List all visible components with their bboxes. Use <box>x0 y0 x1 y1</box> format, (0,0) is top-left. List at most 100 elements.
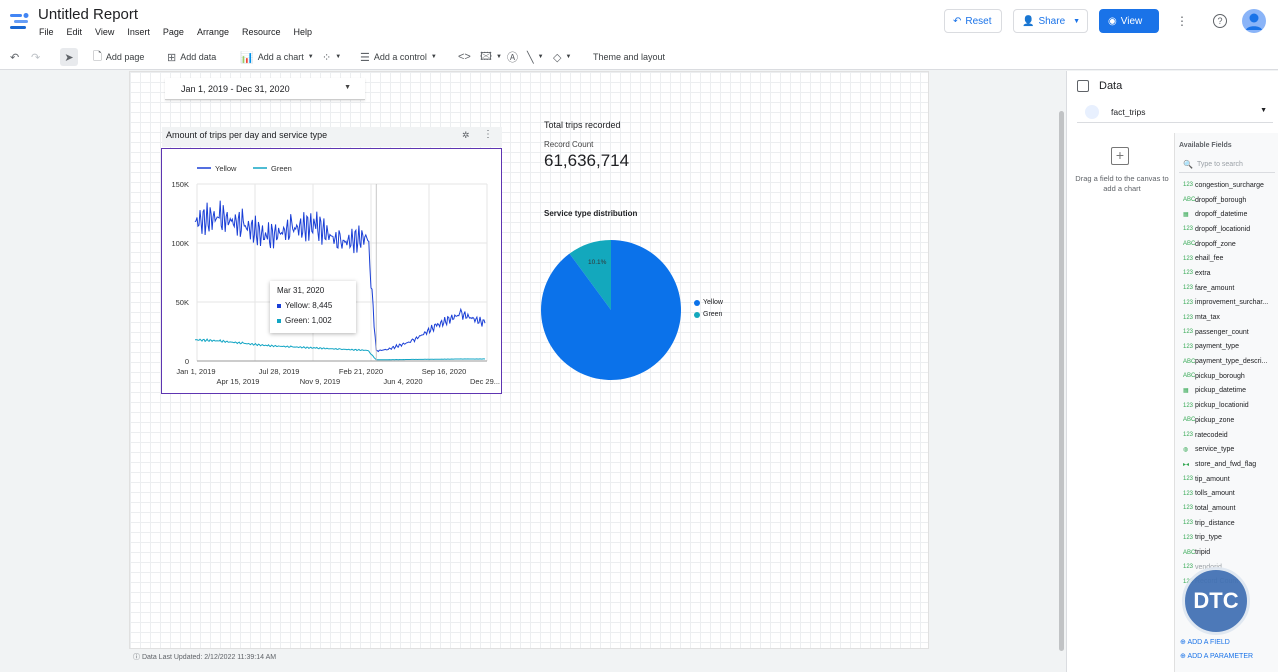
field-item[interactable]: 123 ehail_fee <box>1175 251 1278 266</box>
field-item[interactable]: ABC payment_type_descri... <box>1175 354 1278 369</box>
community-viz-icon[interactable]: ⁘ ▼ <box>322 48 341 66</box>
field-item[interactable]: ◍ service_type <box>1175 442 1278 457</box>
pie-chart[interactable]: 10.1%89.9% <box>540 238 684 382</box>
scorecard-value[interactable]: 61,636,714 <box>544 151 629 171</box>
field-list: 123 congestion_surcharge ABC dropoff_boroug… <box>1175 178 1278 589</box>
canvas-area <box>0 71 1066 672</box>
field-item[interactable]: ▸◂ store_and_fwd_flag <box>1175 457 1278 472</box>
chart-tooltip: Mar 31, 2020 Yellow: 8,445 Green: 1,002 <box>270 281 356 333</box>
theme-and-layout-button[interactable]: Theme and layout <box>593 48 665 66</box>
reset-button[interactable]: ↶ Reset <box>944 9 1002 33</box>
menu-insert[interactable]: Insert <box>127 27 150 37</box>
scrollbar-thumb[interactable] <box>1059 111 1064 651</box>
data-source-select[interactable]: fact_trips ▼ <box>1077 101 1273 123</box>
looker-studio-logo-icon[interactable] <box>8 10 32 34</box>
menu-page[interactable]: Page <box>163 27 184 37</box>
field-type-icon: 123 <box>1183 490 1194 497</box>
field-name: extra <box>1195 269 1211 277</box>
pie-slice-yellow[interactable] <box>541 240 681 380</box>
shape-icon[interactable]: ◇ ▼ <box>553 48 571 66</box>
view-button[interactable]: ◉ View <box>1099 9 1159 33</box>
add-parameter-button[interactable]: ⊕ ADD A PARAMETER <box>1180 652 1253 660</box>
field-name: total_amount <box>1195 504 1236 512</box>
field-item[interactable]: 123 fare_amount <box>1175 281 1278 296</box>
field-item[interactable]: 123 mta_tax <box>1175 310 1278 325</box>
field-item[interactable]: 123 dropoff_locationid <box>1175 222 1278 237</box>
field-type-icon: 123 <box>1183 476 1194 483</box>
line-chart[interactable]: 150K 100K 50K 0 Jan 1, 2019 Jul 28, 2019 Feb 2… <box>161 148 502 394</box>
image-icon[interactable]: 🖾 ▼ <box>480 48 502 66</box>
report-title[interactable]: Untitled Report <box>38 6 138 23</box>
field-item[interactable]: 123 payment_type <box>1175 340 1278 355</box>
field-item[interactable]: 123 trip_distance <box>1175 516 1278 531</box>
add-chart-icon: + <box>1111 147 1129 165</box>
field-type-icon: 123 <box>1183 564 1194 571</box>
menu-help[interactable]: Help <box>294 27 313 37</box>
field-item[interactable]: ABC dropoff_zone <box>1175 237 1278 252</box>
field-type-icon: ABC <box>1183 417 1196 424</box>
field-item[interactable]: ▦ dropoff_datetime <box>1175 207 1278 222</box>
field-item[interactable]: 123 total_amount <box>1175 501 1278 516</box>
chevron-down-icon: ▼ <box>1260 107 1267 114</box>
field-name: tip_amount <box>1195 475 1230 483</box>
avatar[interactable] <box>1242 9 1266 33</box>
menu-edit[interactable]: Edit <box>67 27 83 37</box>
menu-view[interactable]: View <box>95 27 114 37</box>
field-item[interactable]: 123 congestion_surcharge <box>1175 178 1278 193</box>
field-item[interactable]: 123 passenger_count <box>1175 325 1278 340</box>
x-tick-label: Jul 28, 2019 <box>259 367 300 376</box>
field-name: dropoff_locationid <box>1195 225 1251 233</box>
field-type-icon: 123 <box>1183 534 1194 541</box>
field-search-input[interactable]: 🔍 Type to search <box>1179 157 1275 173</box>
field-item[interactable]: ABC tripid <box>1175 545 1278 560</box>
field-item[interactable]: ABC pickup_zone <box>1175 413 1278 428</box>
field-item[interactable]: ▦ pickup_datetime <box>1175 384 1278 399</box>
field-name: passenger_count <box>1195 328 1249 336</box>
menu-arrange[interactable]: Arrange <box>197 27 229 37</box>
drag-hint-text: Drag a field to the canvas to add a char… <box>1075 174 1169 193</box>
add-chart-button[interactable]: 📊 Add a chart ▼ <box>240 48 314 66</box>
add-control-button[interactable]: ☰ Add a control ▼ <box>360 48 437 66</box>
field-item[interactable]: 123 trip_type <box>1175 531 1278 546</box>
field-name: trip_type <box>1195 534 1222 542</box>
undo-icon[interactable]: ↶ <box>10 48 19 66</box>
redo-icon[interactable]: ↷ <box>31 48 40 66</box>
field-item[interactable]: ABC pickup_borough <box>1175 369 1278 384</box>
scorecard-title[interactable]: Total trips recorded <box>544 120 621 130</box>
share-button[interactable]: 👤 Share ▼ <box>1013 9 1088 33</box>
chart-menu-icon[interactable]: ⋮ <box>483 129 493 140</box>
field-type-icon: 123 <box>1183 299 1194 306</box>
pin-icon[interactable]: ✲ <box>462 130 470 141</box>
add-data-button[interactable]: ⊞ Add data <box>167 48 216 66</box>
menu-file[interactable]: File <box>39 27 54 37</box>
legend-label: Green <box>271 164 292 173</box>
text-box-icon[interactable]: Ⓐ <box>507 48 518 66</box>
field-item[interactable]: 123 extra <box>1175 266 1278 281</box>
add-page-button[interactable]: 🗋 Add page <box>93 48 144 66</box>
legend-label: Yellow <box>215 164 237 173</box>
select-pointer-icon[interactable]: ➤ <box>60 48 78 66</box>
menu-resource[interactable]: Resource <box>242 27 281 37</box>
pie-legend-green: Green <box>694 311 722 318</box>
more-options-icon[interactable]: ⋮ <box>1171 10 1193 32</box>
field-item[interactable]: ABC dropoff_borough <box>1175 193 1278 208</box>
chart-header[interactable]: Amount of trips per day and service type… <box>162 127 502 147</box>
chevron-down-icon[interactable]: ▼ <box>1073 18 1080 25</box>
help-icon[interactable]: ? <box>1213 14 1227 28</box>
field-item[interactable]: 123 tolls_amount <box>1175 486 1278 501</box>
field-drop-zone[interactable]: + Drag a field to the canvas to add a ch… <box>1067 133 1175 672</box>
field-item[interactable]: 123 pickup_locationid <box>1175 398 1278 413</box>
add-field-button[interactable]: ⊕ ADD A FIELD <box>1180 638 1230 646</box>
field-name: congestion_surcharge <box>1195 181 1264 189</box>
field-name: pickup_datetime <box>1195 387 1246 395</box>
eye-icon: ◉ <box>1108 15 1117 27</box>
pie-chart-title[interactable]: Service type distribution <box>544 209 637 218</box>
field-type-icon: 123 <box>1183 505 1194 512</box>
embed-code-icon[interactable]: <> <box>458 48 471 66</box>
field-item[interactable]: 123 tip_amount <box>1175 472 1278 487</box>
field-name: mta_tax <box>1195 314 1220 322</box>
field-item[interactable]: 123 ratecodeid <box>1175 428 1278 443</box>
field-item[interactable]: 123 improvement_surchar... <box>1175 296 1278 311</box>
date-range-control[interactable]: Jan 1, 2019 - Dec 31, 2020 ▼ <box>165 78 365 100</box>
line-icon[interactable]: ╲ ▼ <box>527 48 544 66</box>
